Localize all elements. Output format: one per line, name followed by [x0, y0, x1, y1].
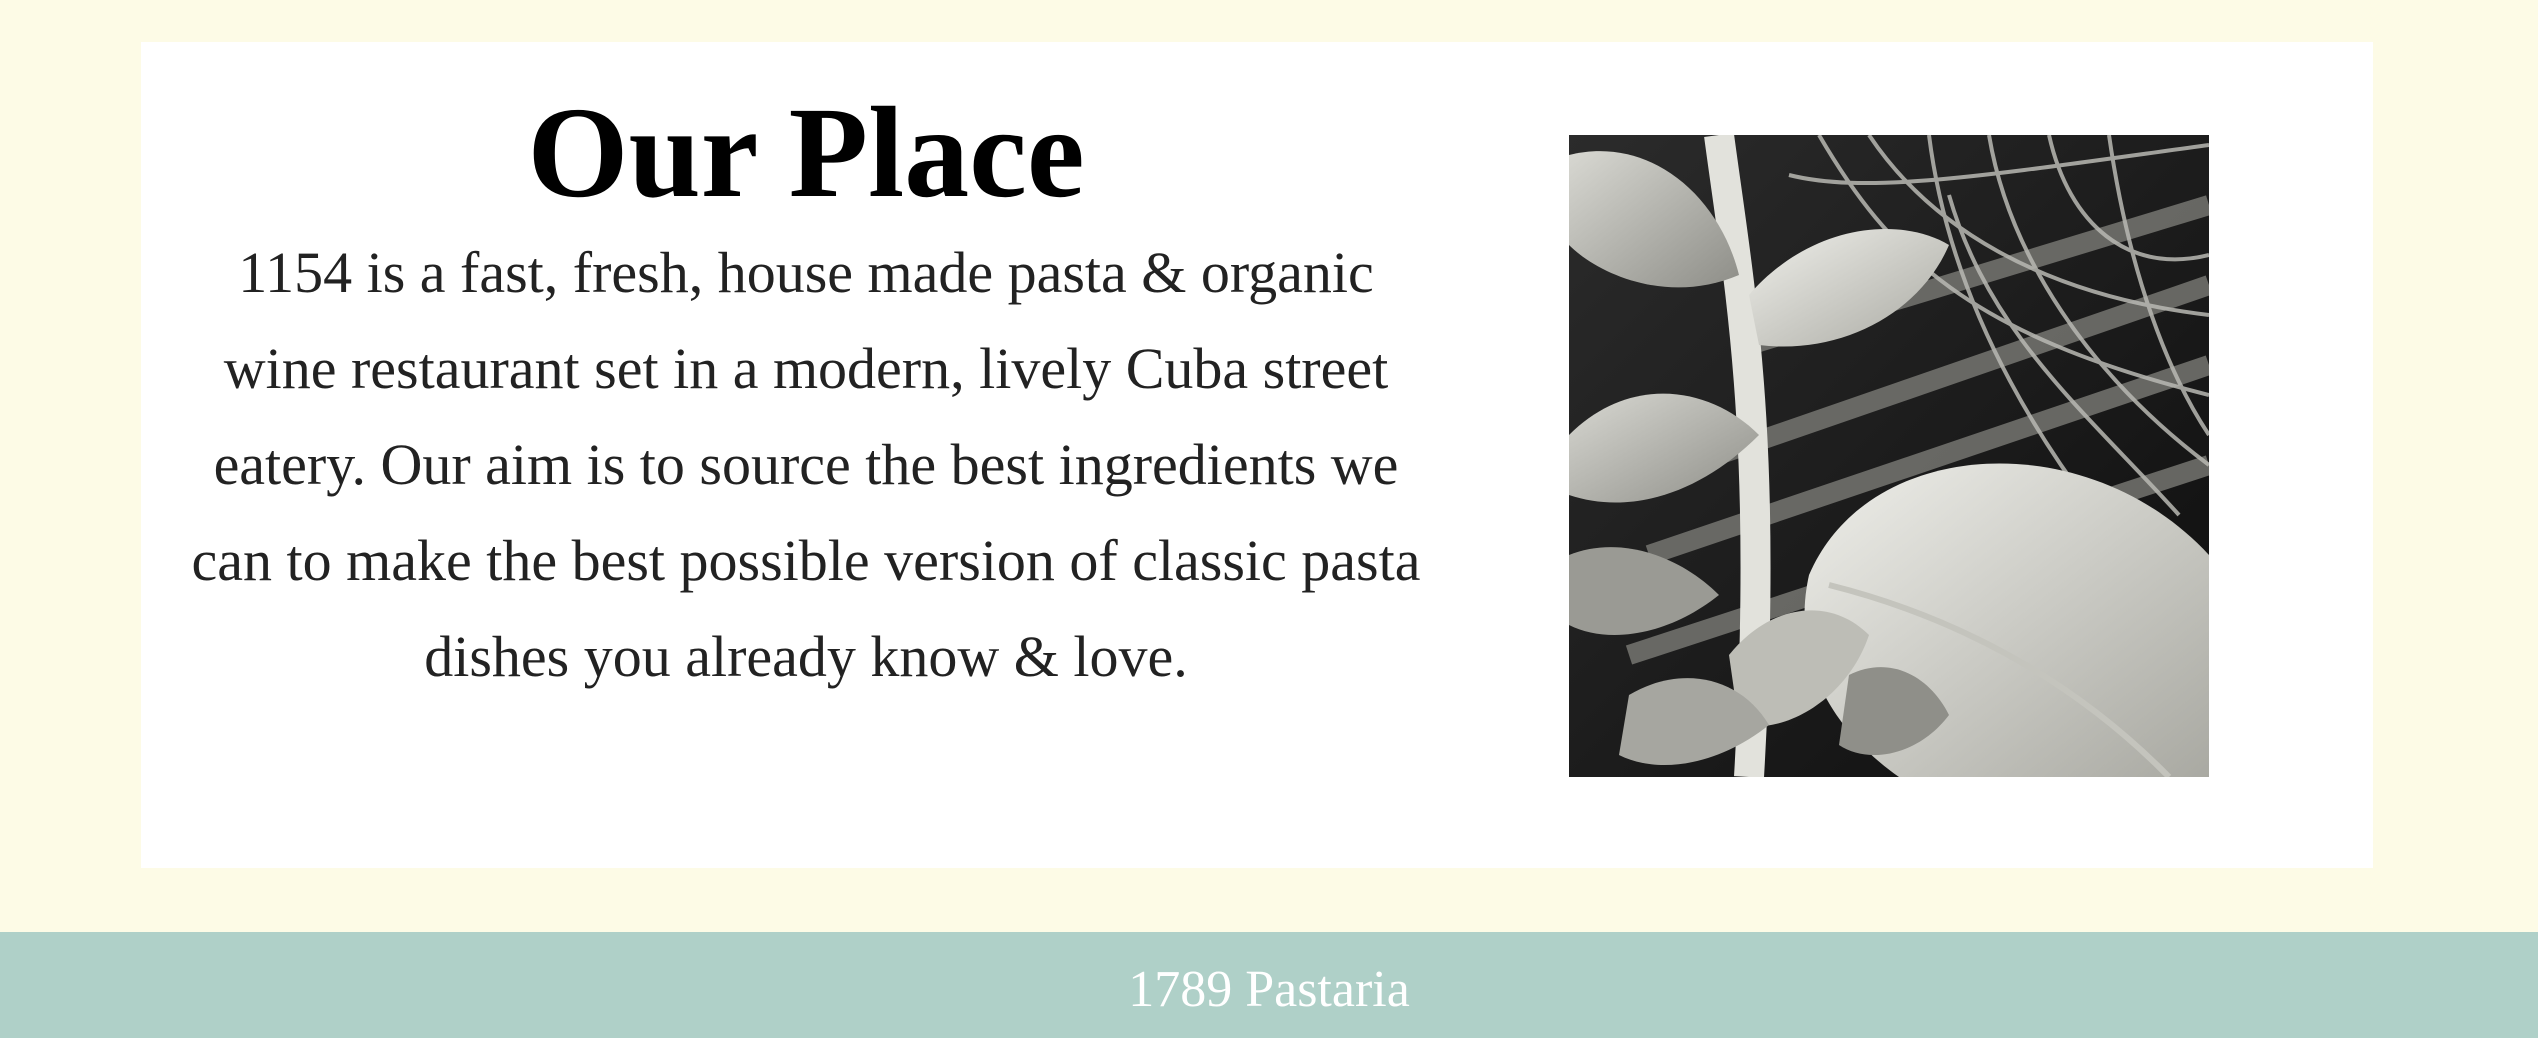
about-card: Our Place 1154 is a fast, fresh, house m… — [141, 42, 2373, 868]
site-footer: 1789 Pastaria — [0, 932, 2538, 1038]
section-title: Our Place — [527, 81, 1085, 225]
about-text-column: Our Place 1154 is a fast, fresh, house m… — [190, 42, 1702, 868]
plant-photo-illustration — [1569, 135, 2209, 777]
footer-brand-text: 1789 Pastaria — [1128, 961, 1410, 1018]
section-description: 1154 is a fast, fresh, house made pasta … — [191, 240, 1421, 689]
plant-photo — [1569, 135, 2209, 777]
